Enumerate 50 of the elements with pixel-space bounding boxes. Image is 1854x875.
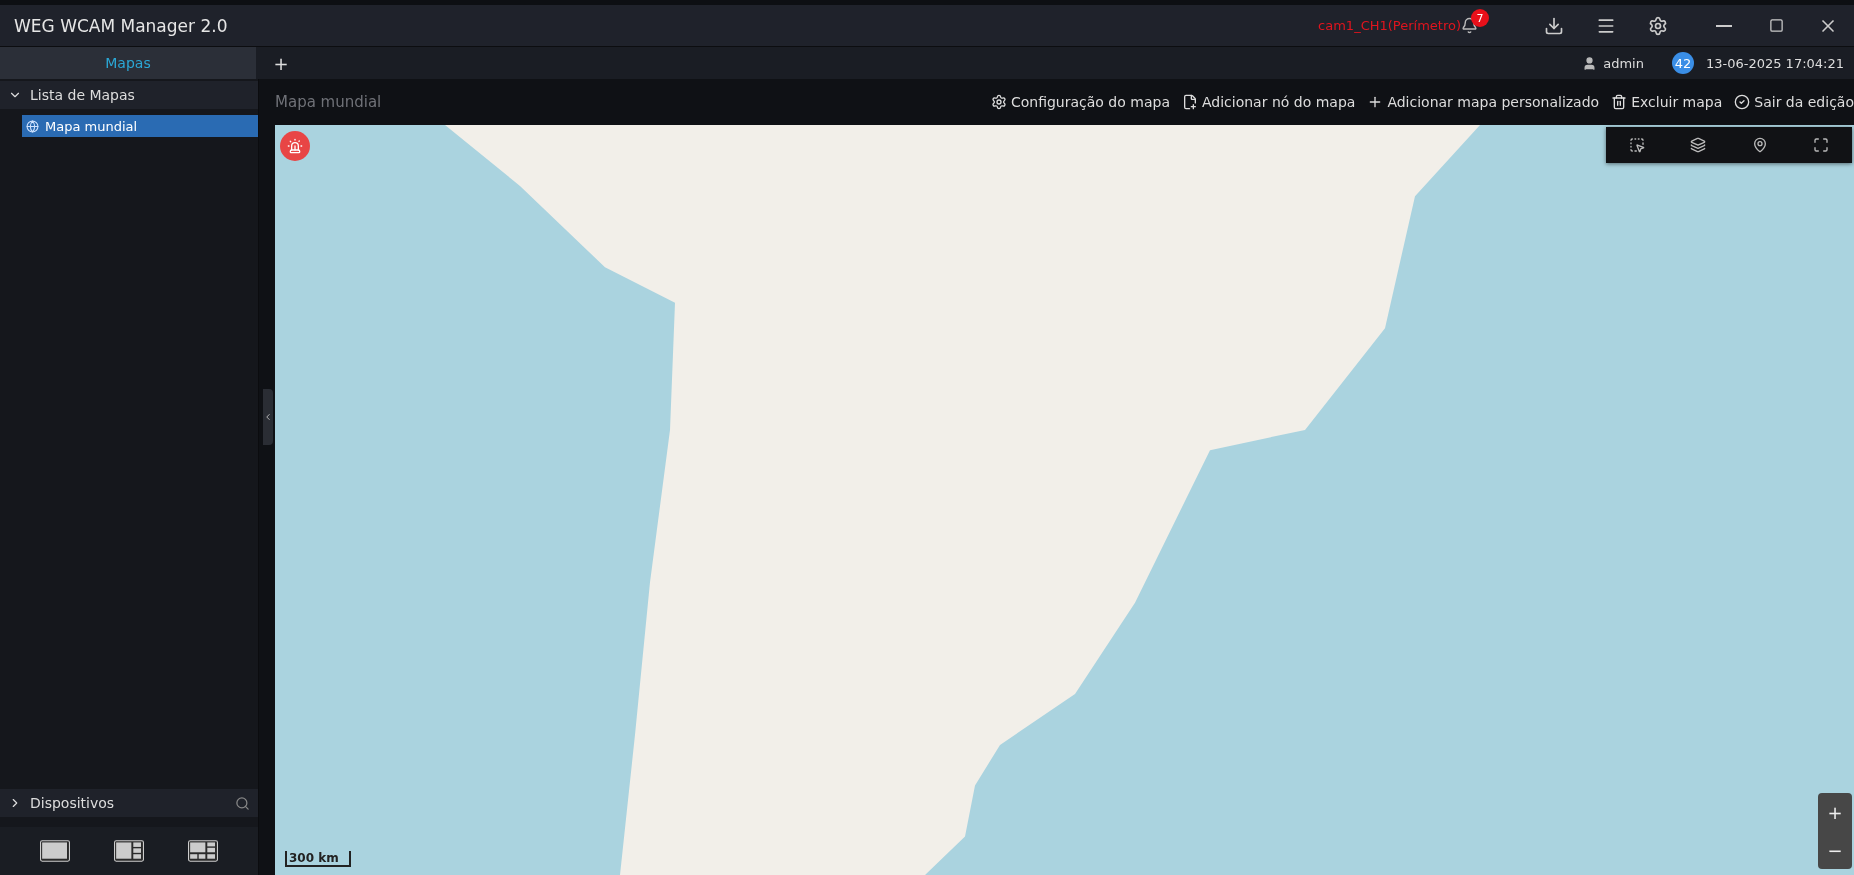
toolbar-action[interactable]: Sair da edição [1734,94,1854,110]
map-title: Mapa mundial [275,93,382,111]
settings-icon [1648,15,1668,36]
zoom-in-button[interactable]: + [1818,793,1852,831]
map-pin-icon [1751,137,1768,153]
user-icon [1582,55,1598,71]
alarm-button[interactable] [280,131,310,161]
user-name: admin [1603,55,1644,71]
collapse-handle[interactable] [263,389,273,445]
search-icon[interactable] [235,795,250,811]
minimize-icon [1716,24,1732,27]
add-node-icon [1181,94,1198,110]
sidebar-tab[interactable]: Mapas [0,47,256,79]
maximize-icon [1768,18,1784,33]
window-title: WEG WCAM Manager 2.0 [14,15,228,36]
toolbar-action[interactable]: Configuração do mapa [990,94,1170,110]
select-area-button[interactable] [1628,137,1645,153]
fullscreen-icon [1813,137,1830,153]
globe-icon [26,119,39,133]
layout-grid-icon [40,840,70,862]
layout-grid-icon [114,840,144,862]
layout-button[interactable] [40,840,70,862]
toolbar-action[interactable]: Excluir mapa [1611,94,1723,110]
scale-bar: 300 km [285,851,351,867]
siren-icon [287,138,303,154]
map-list-header[interactable]: Lista de Mapas [0,81,258,109]
download-icon [1544,15,1564,36]
notification-count: 7 [1471,9,1489,27]
toolbar-action[interactable]: Adicionar mapa personalizado [1367,94,1600,110]
settings-icon [990,94,1007,110]
alarm-text: cam1_CH1(Perímetro) [1318,18,1461,33]
toolbar-action[interactable]: Adicionar nó do mapa [1181,94,1356,110]
select-area-icon [1628,137,1645,153]
trash-icon [1611,94,1628,110]
devices-header[interactable]: Dispositivos [0,789,258,817]
layers-icon [1690,137,1707,153]
chevron-left-icon [263,412,273,422]
bell-icon[interactable] [1461,17,1478,34]
layout-grid-icon [188,840,218,862]
map-list-item[interactable]: Mapa mundial [22,115,258,137]
zoom-out-button[interactable]: − [1818,831,1852,869]
layers-button[interactable] [1690,137,1707,153]
date-time: 13-06-2025 17:04:21 [1705,55,1844,71]
add-tab-button[interactable]: + [266,51,296,75]
fullscreen-button[interactable] [1813,137,1830,153]
layout-button[interactable] [114,840,144,862]
check-circle-icon [1734,94,1751,110]
layout-button[interactable] [188,840,218,862]
map-pin-button[interactable] [1751,137,1768,153]
count-badge: 42 [1671,52,1694,74]
